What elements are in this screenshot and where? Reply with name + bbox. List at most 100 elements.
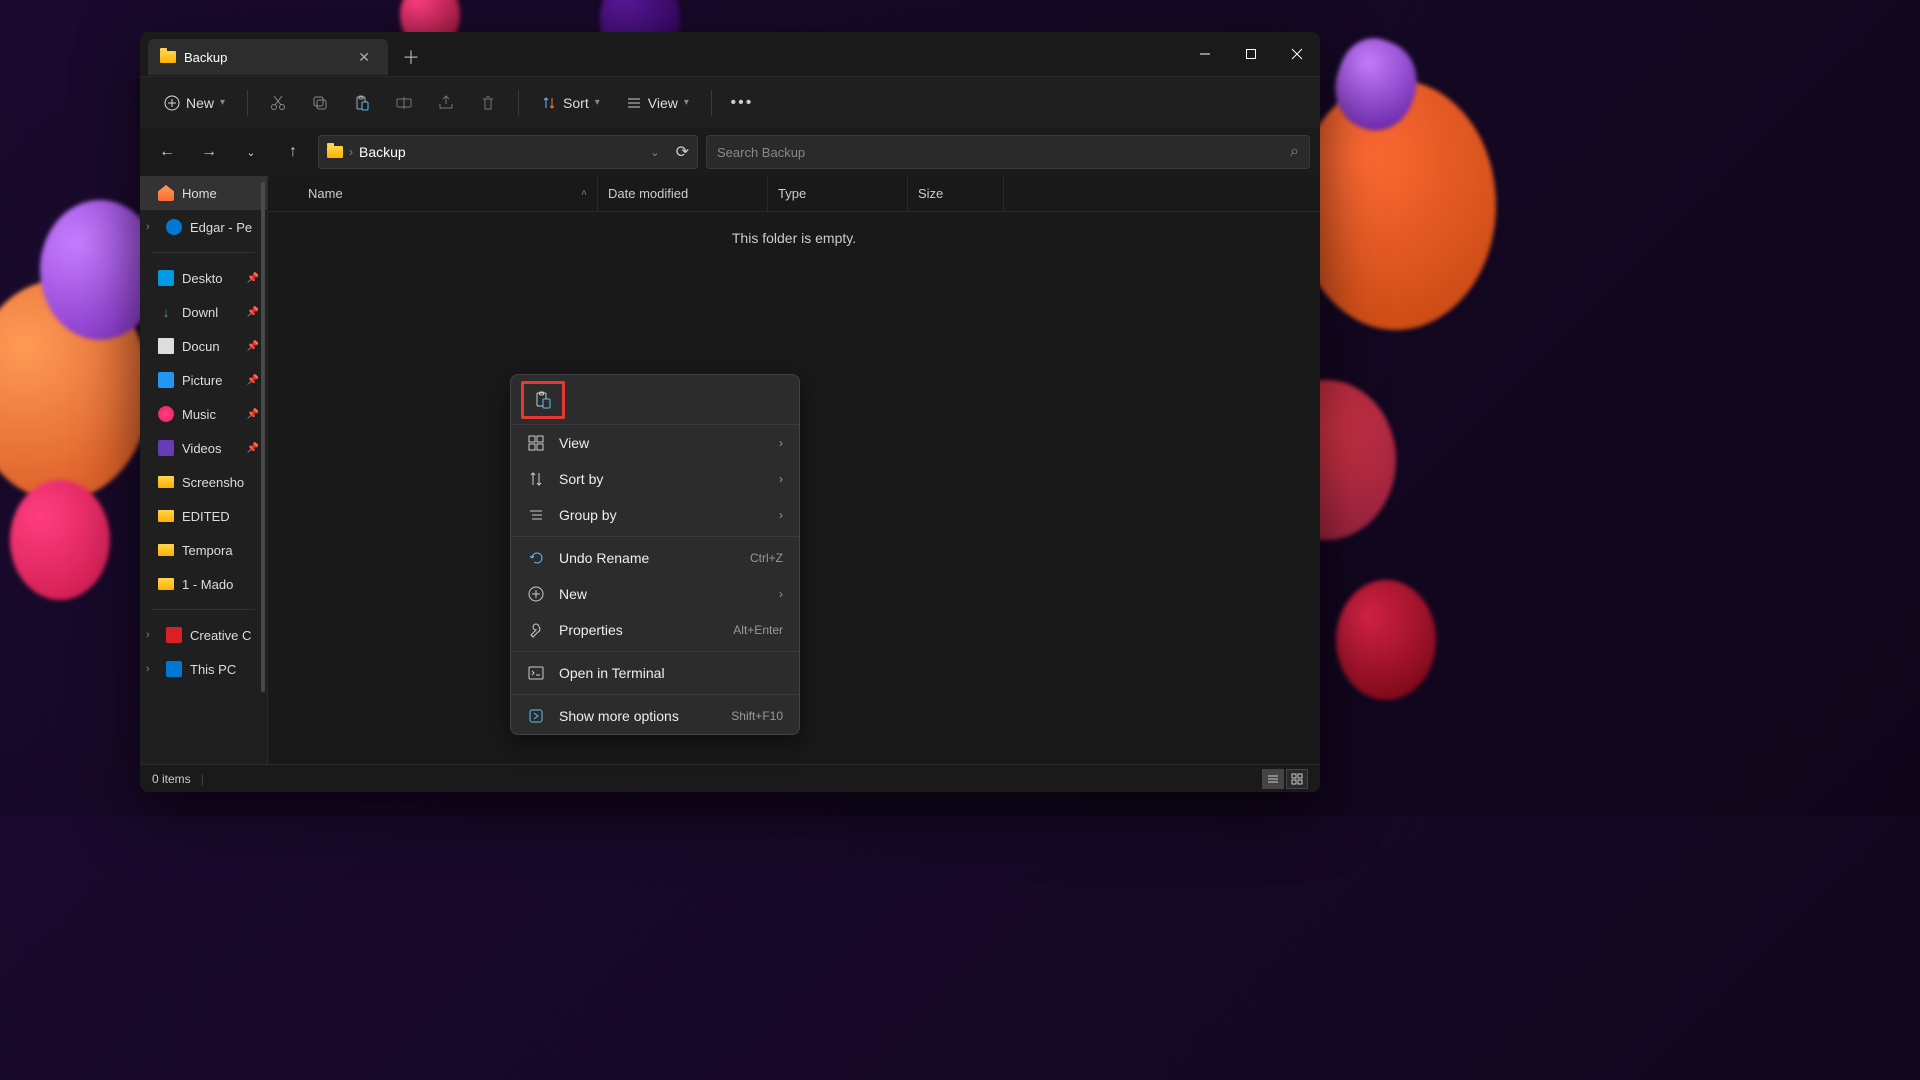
column-date[interactable]: Date modified (598, 176, 768, 211)
up-button[interactable]: ↑ (276, 135, 310, 169)
copy-button[interactable] (302, 85, 338, 121)
context-sortby[interactable]: Sort by › (511, 461, 799, 497)
list-icon (626, 95, 642, 111)
music-icon (158, 406, 174, 422)
tab-title: Backup (184, 50, 344, 65)
rename-button[interactable] (386, 85, 422, 121)
rename-icon (395, 94, 413, 112)
videos-icon (158, 440, 174, 456)
sort-icon (527, 470, 545, 488)
sidebar-item-mado[interactable]: 1 - Mado (140, 567, 267, 601)
grid-icon (1291, 773, 1303, 785)
folder-icon (158, 544, 174, 556)
cut-button[interactable] (260, 85, 296, 121)
desktop-icon (158, 270, 174, 286)
forward-button[interactable]: → (192, 135, 226, 169)
sidebar-item-creative[interactable]: ›Creative C (140, 618, 267, 652)
details-icon (1267, 773, 1279, 785)
chevron-right-icon: › (779, 587, 783, 601)
refresh-button[interactable]: ⟳ (676, 142, 689, 162)
group-icon (527, 506, 545, 524)
pin-icon: 📌 (247, 443, 259, 454)
sidebar-item-music[interactable]: Music📌 (140, 397, 267, 431)
context-properties[interactable]: Properties Alt+Enter (511, 612, 799, 648)
sidebar-item-documents[interactable]: Docun📌 (140, 329, 267, 363)
column-name[interactable]: Name˄ (298, 176, 598, 211)
ellipsis-icon: ••• (730, 94, 753, 112)
chevron-down-icon[interactable]: ⌄ (650, 146, 659, 159)
context-new[interactable]: New › (511, 576, 799, 612)
sidebar-item-thispc[interactable]: ›This PC (140, 652, 267, 686)
wrench-icon (527, 621, 545, 639)
plus-circle-icon (164, 95, 180, 111)
item-count: 0 items (152, 772, 191, 786)
paste-button-highlighted[interactable] (521, 381, 565, 419)
back-button[interactable]: ← (150, 135, 184, 169)
view-button[interactable]: View ▾ (616, 89, 699, 117)
sidebar-item-downloads[interactable]: ↓Downl📌 (140, 295, 267, 329)
pin-icon: 📌 (247, 375, 259, 386)
creative-cloud-icon (166, 627, 182, 643)
chevron-down-icon: ▾ (684, 97, 689, 108)
tab-close-button[interactable]: ✕ (352, 47, 376, 68)
search-icon: ⌕ (1290, 143, 1299, 161)
pin-icon: 📌 (247, 409, 259, 420)
clipboard-icon (353, 94, 371, 112)
pin-icon: 📌 (247, 273, 259, 284)
sort-button[interactable]: Sort ▾ (531, 89, 610, 117)
chevron-right-icon: › (779, 436, 783, 450)
recent-button[interactable]: ⌄ (234, 135, 268, 169)
sidebar-scrollbar[interactable] (261, 182, 265, 692)
share-icon (437, 94, 455, 112)
share-button[interactable] (428, 85, 464, 121)
chevron-down-icon: ▾ (595, 97, 600, 108)
onedrive-icon (166, 219, 182, 235)
sidebar-item-home[interactable]: Home (140, 176, 267, 210)
plus-circle-icon (527, 585, 545, 603)
sort-icon (541, 95, 557, 111)
status-bar: 0 items | (140, 764, 1320, 792)
sidebar-item-pictures[interactable]: Picture📌 (140, 363, 267, 397)
thumbnails-view-toggle[interactable] (1286, 769, 1308, 789)
column-headers: Name˄ Date modified Type Size (268, 176, 1320, 212)
chevron-right-icon: › (146, 221, 158, 233)
minimize-button[interactable] (1182, 32, 1228, 76)
context-menu: View › Sort by › Group by › Undo Rename … (510, 374, 800, 735)
new-button[interactable]: New ▾ (154, 89, 235, 117)
copy-icon (311, 94, 329, 112)
chevron-right-icon: › (146, 663, 158, 675)
sidebar-item-edited[interactable]: EDITED (140, 499, 267, 533)
document-icon (158, 338, 174, 354)
address-bar[interactable]: › Backup ⌄ ⟳ (318, 135, 698, 169)
search-box[interactable]: ⌕ (706, 135, 1310, 169)
folder-icon (327, 146, 343, 158)
sidebar-item-onedrive[interactable]: ›Edgar - Pe (140, 210, 267, 244)
pin-icon: 📌 (247, 307, 259, 318)
sidebar-item-desktop[interactable]: Deskto📌 (140, 261, 267, 295)
new-tab-button[interactable]: ＋ (388, 44, 434, 70)
column-size[interactable]: Size (908, 176, 1004, 211)
sidebar-item-temp[interactable]: Tempora (140, 533, 267, 567)
clipboard-paste-icon (533, 390, 553, 410)
search-input[interactable] (717, 145, 1290, 160)
paste-button-toolbar[interactable] (344, 85, 380, 121)
tab-backup[interactable]: Backup ✕ (148, 39, 388, 75)
close-button[interactable] (1274, 32, 1320, 76)
maximize-button[interactable] (1228, 32, 1274, 76)
sidebar-item-videos[interactable]: Videos📌 (140, 431, 267, 465)
download-icon: ↓ (158, 304, 174, 320)
delete-button[interactable] (470, 85, 506, 121)
context-terminal[interactable]: Open in Terminal (511, 655, 799, 691)
more-button[interactable]: ••• (724, 85, 760, 121)
breadcrumb-current[interactable]: Backup (359, 144, 406, 160)
column-type[interactable]: Type (768, 176, 908, 211)
context-view[interactable]: View › (511, 425, 799, 461)
context-undo[interactable]: Undo Rename Ctrl+Z (511, 540, 799, 576)
folder-icon (160, 51, 176, 63)
chevron-right-icon: › (146, 629, 158, 641)
sidebar-item-screenshots[interactable]: Screensho (140, 465, 267, 499)
context-more-options[interactable]: Show more options Shift+F10 (511, 698, 799, 734)
details-view-toggle[interactable] (1262, 769, 1284, 789)
context-groupby[interactable]: Group by › (511, 497, 799, 533)
home-icon (158, 185, 174, 201)
